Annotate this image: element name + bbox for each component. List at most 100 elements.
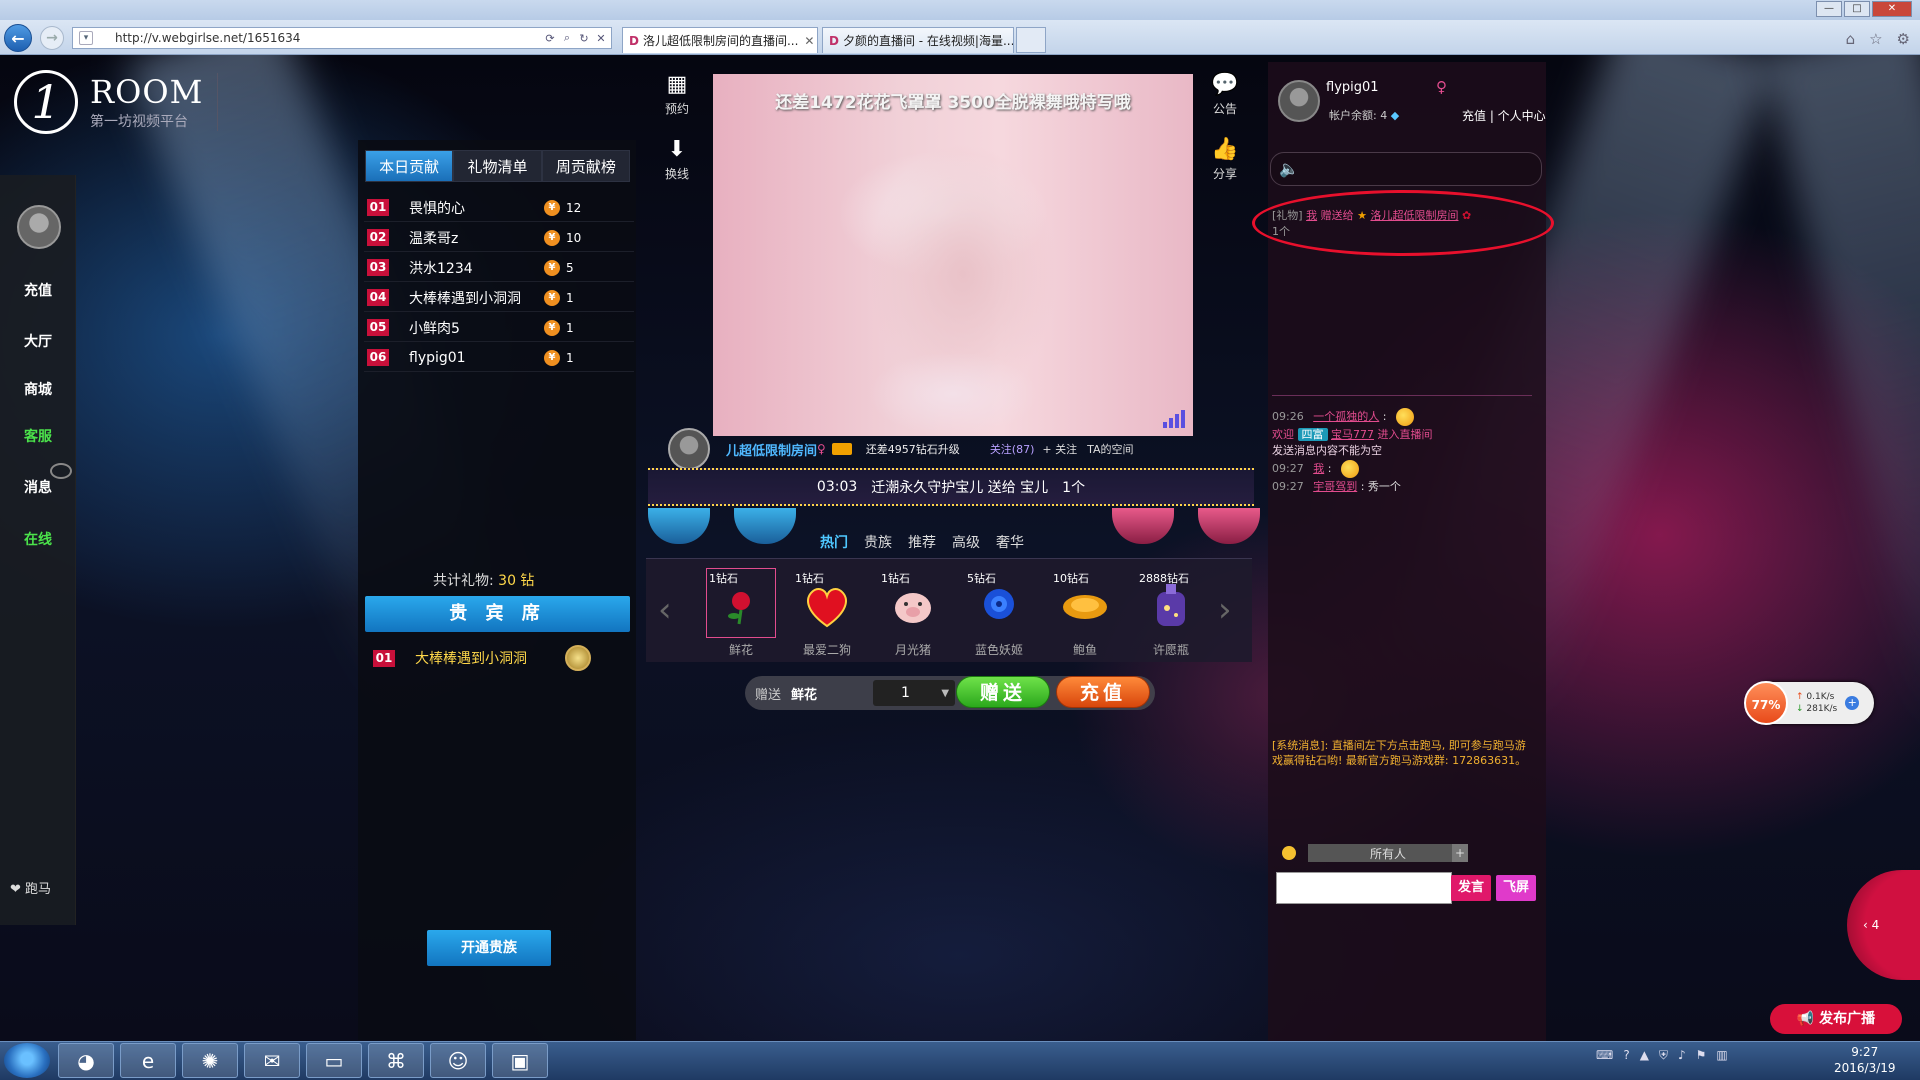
address-bar[interactable]: ▾ http://v.webgirlse.net/1651634 ⟳ ⌕ ↻ ✕ <box>72 27 612 49</box>
ranking-row[interactable]: 02 温柔哥z ¥ 10 <box>364 224 634 252</box>
recipient-select[interactable]: 所有人 + <box>1308 844 1468 862</box>
chat-user[interactable]: 我 <box>1313 462 1324 475</box>
compat-icon[interactable]: ⟳ <box>543 32 557 45</box>
user-avatar[interactable] <box>1278 80 1320 122</box>
sidebar-avatar[interactable] <box>17 205 61 249</box>
chat-app-icon[interactable]: ☺ <box>430 1043 486 1078</box>
network-speed-widget[interactable]: 77% ↑ 0.1K/s ↓ 281K/s + <box>1744 681 1874 725</box>
tab-weekly-ranking[interactable]: 周贡献榜 <box>541 150 630 182</box>
site-logo[interactable]: 1 ROOM 第一坊视频平台 <box>14 70 219 134</box>
tab-daily-contribution[interactable]: 本日贡献 <box>365 150 454 182</box>
browser-tab-1[interactable]: D 洛儿超低限制房间的直播间... ✕ <box>622 27 818 53</box>
maximize-button[interactable]: □ <box>1844 1 1870 17</box>
taskbar-clock[interactable]: 9:27 2016/3/19 <box>1834 1044 1896 1076</box>
sidebar-item-hall[interactable]: 大厅 <box>0 331 76 351</box>
home-icon[interactable]: ⌂ <box>1846 30 1856 48</box>
quantity-select[interactable]: 1 ▼ <box>873 680 956 706</box>
ranking-row[interactable]: 03 洪水1234 ¥ 5 <box>364 254 634 282</box>
send-gift-button[interactable]: 赠送 <box>956 676 1050 708</box>
help-icon[interactable]: ? <box>1623 1048 1629 1063</box>
share-button[interactable]: 👍 分享 <box>1200 137 1250 182</box>
folder-icon[interactable]: ▭ <box>306 1043 362 1078</box>
wechat-icon[interactable]: ✉ <box>244 1043 300 1078</box>
image-viewer-icon[interactable]: ▣ <box>492 1043 548 1078</box>
vip-row[interactable]: 01 大棒棒遇到小洞洞 <box>370 645 591 671</box>
gift-item-love-dog[interactable]: 1钻石 最爱二狗 <box>792 568 862 658</box>
favorites-star-icon[interactable]: ☆ <box>1869 30 1882 48</box>
ie-browser-icon[interactable]: e <box>120 1043 176 1078</box>
horse-race-button[interactable]: ❤ 跑马 <box>10 878 51 897</box>
sidebar-item-recharge[interactable]: 充值 <box>0 280 76 300</box>
seat[interactable] <box>1112 508 1174 544</box>
browser-tab-2[interactable]: D 夕颜的直播间 - 在线视频|海量... <box>822 27 1014 53</box>
tab-hot[interactable]: 热门 <box>820 532 848 552</box>
chat-input[interactable] <box>1276 872 1452 904</box>
minimize-button[interactable]: — <box>1816 1 1842 17</box>
gift-next-chevron-icon[interactable]: › <box>1218 590 1232 630</box>
ranking-row[interactable]: 01 畏惧的心 ¥ 12 <box>364 194 634 222</box>
notice-button[interactable]: 💬 公告 <box>1200 72 1250 117</box>
stop-icon[interactable]: ✕ <box>594 32 608 45</box>
tab-advanced[interactable]: 高级 <box>952 532 980 552</box>
tab-close-icon[interactable]: ✕ <box>798 34 814 48</box>
chat-user[interactable]: 宇哥驾到 <box>1313 480 1357 493</box>
host-space-link[interactable]: TA的空间 <box>1087 441 1133 457</box>
book-button[interactable]: ▦ 预约 <box>652 72 702 117</box>
recharge-button[interactable]: 充值 <box>1056 676 1150 708</box>
follow-button[interactable]: + 关注 <box>1042 441 1077 457</box>
color-app-icon[interactable]: ✺ <box>182 1043 238 1078</box>
broadcast-button[interactable]: 📢 发布广播 <box>1770 1004 1902 1034</box>
flag-icon[interactable]: ⚑ <box>1696 1048 1707 1063</box>
tab-luxury[interactable]: 奢华 <box>996 532 1024 552</box>
up-arrow-icon[interactable]: ▲ <box>1640 1048 1649 1063</box>
ranking-row[interactable]: 04 大棒棒遇到小洞洞 ¥ 1 <box>364 284 634 312</box>
switch-line-button[interactable]: ⬇ 换线 <box>652 137 702 182</box>
gift-item-abalone[interactable]: 10钻石 鲍鱼 <box>1050 568 1120 658</box>
forward-button[interactable]: → <box>40 26 64 50</box>
send-message-button[interactable]: 发言 <box>1451 875 1491 901</box>
sidebar-item-messages[interactable]: 消息 <box>0 477 76 497</box>
gift-item-flower[interactable]: 1钻石 鲜花 <box>706 568 776 658</box>
live-video[interactable]: 还差1472花花飞罩罩 3500全脱裸舞哦特写哦 <box>713 74 1193 436</box>
emoji-picker-icon[interactable] <box>1282 846 1296 860</box>
keyboard-icon[interactable]: ⌨ <box>1596 1048 1613 1063</box>
settings-gear-icon[interactable]: ⚙ <box>1897 30 1910 48</box>
tab-gift-list[interactable]: 礼物清单 <box>453 150 542 182</box>
plus-icon[interactable]: + <box>1845 696 1860 710</box>
plus-icon[interactable]: + <box>1452 844 1468 862</box>
search-icon[interactable]: ⌕ <box>560 31 574 45</box>
tab-recommended[interactable]: 推荐 <box>908 532 936 552</box>
welcome-user[interactable]: 宝马777 <box>1331 428 1374 441</box>
speaker-icon[interactable]: 🔈 <box>1279 159 1299 178</box>
gift-item-blue-rose[interactable]: 5钻石 蓝色妖姬 <box>964 568 1034 658</box>
refresh-icon[interactable]: ↻ <box>577 32 591 45</box>
gift-item-wish-bottle[interactable]: 2888钻石 许愿瓶 <box>1136 568 1206 658</box>
network-icon[interactable]: ▥ <box>1716 1048 1727 1063</box>
chat-user[interactable]: 一个孤独的人 <box>1313 410 1379 423</box>
taskbar-app-icon[interactable]: ◕ <box>58 1043 114 1078</box>
gift-prev-chevron-icon[interactable]: ‹ <box>658 590 672 630</box>
seat[interactable] <box>648 508 710 544</box>
sidebar-item-service[interactable]: 客服 <box>0 426 76 446</box>
shield-icon[interactable]: ⛨ <box>1659 1048 1668 1063</box>
audio-bar[interactable]: 🔈 <box>1270 152 1542 186</box>
start-button-icon[interactable] <box>4 1043 50 1078</box>
seat[interactable] <box>734 508 796 544</box>
pdf-reader-icon[interactable]: ⌘ <box>368 1043 424 1078</box>
account-links[interactable]: 充值 | 个人中心 <box>1462 107 1546 124</box>
new-tab-button[interactable] <box>1016 27 1046 53</box>
host-avatar[interactable] <box>668 428 710 470</box>
volume-icon[interactable]: ♪ <box>1678 1048 1686 1063</box>
ranking-row[interactable]: 06 flypig01 ¥ 1 <box>364 344 634 372</box>
ranking-row[interactable]: 05 小鲜肉5 ¥ 1 <box>364 314 634 342</box>
close-window-button[interactable]: ✕ <box>1872 1 1912 17</box>
open-vip-button[interactable]: 开通贵族 <box>427 930 551 966</box>
seat[interactable] <box>1198 508 1260 544</box>
sidebar-item-online[interactable]: 在线 <box>0 529 76 549</box>
sidebar-item-shop[interactable]: 商城 <box>0 379 76 399</box>
back-button[interactable]: ← <box>4 24 32 52</box>
gift-item-moon-pig[interactable]: 1钻石 月光猪 <box>878 568 948 658</box>
host-name[interactable]: 儿超低限制房间 <box>726 440 817 459</box>
fly-screen-button[interactable]: 飞屏 <box>1496 875 1536 901</box>
tab-noble[interactable]: 贵族 <box>864 532 892 552</box>
